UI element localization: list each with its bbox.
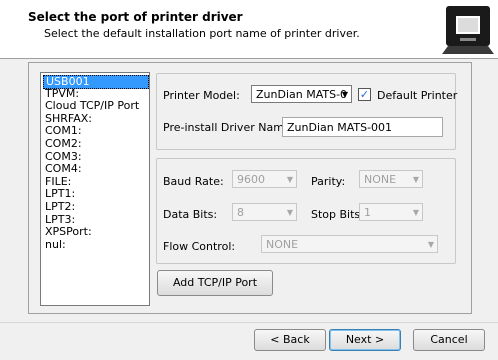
printer-model-label: Printer Model: bbox=[163, 89, 240, 102]
footer-divider bbox=[0, 322, 498, 323]
port-list-item[interactable]: SHRFAX: bbox=[43, 112, 94, 125]
chevron-down-icon: ▼ bbox=[412, 175, 419, 184]
printer-computer-icon bbox=[440, 2, 496, 56]
parity-label: Parity: bbox=[311, 175, 346, 188]
chevron-down-icon: ▼ bbox=[286, 208, 293, 217]
flow-control-value: NONE bbox=[266, 238, 299, 251]
add-tcp-ip-port-button[interactable]: Add TCP/IP Port bbox=[157, 270, 273, 296]
next-button[interactable]: Next > bbox=[329, 329, 401, 351]
port-list-item[interactable]: COM2: bbox=[43, 138, 84, 150]
cancel-button[interactable]: Cancel bbox=[413, 329, 485, 351]
port-list-item[interactable]: nul: bbox=[43, 238, 68, 251]
port-list-item[interactable]: LPT2: bbox=[43, 201, 77, 213]
data-bits-label: Data Bits: bbox=[163, 208, 218, 221]
baud-rate-value: 9600 bbox=[237, 173, 265, 186]
baud-rate-select[interactable]: 9600 ▼ bbox=[232, 170, 297, 188]
port-list-item[interactable]: COM1: bbox=[43, 125, 84, 137]
port-list-item[interactable]: XPSPort: bbox=[43, 226, 94, 238]
chevron-down-icon: ▼ bbox=[341, 90, 348, 99]
stop-bits-value: 1 bbox=[364, 206, 371, 219]
chevron-down-icon: ▼ bbox=[412, 208, 419, 217]
stop-bits-label: Stop Bits: bbox=[311, 208, 364, 221]
page-subtitle: Select the default installation port nam… bbox=[44, 27, 360, 40]
default-printer-checkbox[interactable]: ✓ bbox=[358, 88, 371, 101]
port-list[interactable]: USB001 TPVM: Cloud TCP/IP Port SHRFAX: COM1:… bbox=[40, 72, 150, 306]
flow-control-label: Flow Control: bbox=[163, 240, 236, 253]
page-title: Select the port of printer driver bbox=[28, 10, 243, 24]
baud-rate-label: Baud Rate: bbox=[163, 175, 224, 188]
default-printer-label: Default Printer bbox=[377, 89, 458, 102]
back-button[interactable]: < Back bbox=[254, 329, 326, 351]
printer-model-select[interactable]: ZunDian MATS-0 ▼ bbox=[251, 85, 352, 103]
port-list-item[interactable]: Cloud TCP/IP Port bbox=[43, 100, 141, 112]
chevron-down-icon: ▼ bbox=[286, 175, 293, 184]
printer-model-value: ZunDian MATS-0 bbox=[256, 88, 348, 101]
data-bits-select[interactable]: 8 ▼ bbox=[232, 203, 297, 221]
port-list-item[interactable]: COM4: bbox=[43, 163, 84, 175]
preinstall-driver-input[interactable]: ZunDian MATS-001 bbox=[282, 117, 443, 137]
data-bits-value: 8 bbox=[237, 206, 244, 219]
parity-select[interactable]: NONE ▼ bbox=[359, 170, 423, 188]
port-list-item[interactable]: TPVM: bbox=[43, 87, 81, 100]
parity-value: NONE bbox=[364, 173, 397, 186]
preinstall-driver-label: Pre-install Driver Name: bbox=[163, 121, 295, 134]
port-list-item[interactable]: FILE: bbox=[43, 175, 73, 188]
chevron-down-icon: ▼ bbox=[427, 240, 434, 249]
port-list-item[interactable]: LPT1: bbox=[43, 188, 77, 200]
wizard-header: Select the port of printer driver Select… bbox=[0, 0, 498, 59]
port-list-item[interactable]: COM3: bbox=[43, 150, 84, 163]
port-list-item[interactable]: LPT3: bbox=[43, 213, 77, 226]
stop-bits-select[interactable]: 1 ▼ bbox=[359, 203, 423, 221]
flow-control-select[interactable]: NONE ▼ bbox=[261, 235, 438, 253]
